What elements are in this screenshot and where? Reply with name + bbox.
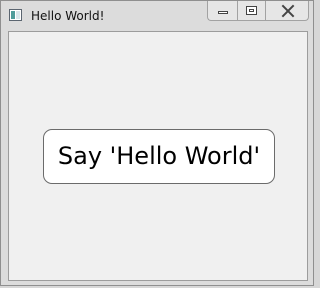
minimize-icon	[218, 11, 228, 14]
close-button[interactable]	[265, 1, 309, 21]
window-title: Hello World!	[31, 9, 105, 23]
minimize-button[interactable]	[207, 1, 237, 21]
title-bar[interactable]: Hello World!	[1, 1, 313, 31]
maximize-button[interactable]	[237, 1, 265, 21]
say-hello-button[interactable]: Say 'Hello World'	[43, 129, 275, 184]
window-app-icon	[9, 9, 22, 21]
client-area: Say 'Hello World'	[8, 31, 308, 281]
maximize-icon	[246, 6, 257, 15]
close-icon	[280, 4, 296, 18]
app-window: Hello World! Say 'Hello World'	[0, 0, 314, 286]
window-controls	[207, 1, 309, 21]
